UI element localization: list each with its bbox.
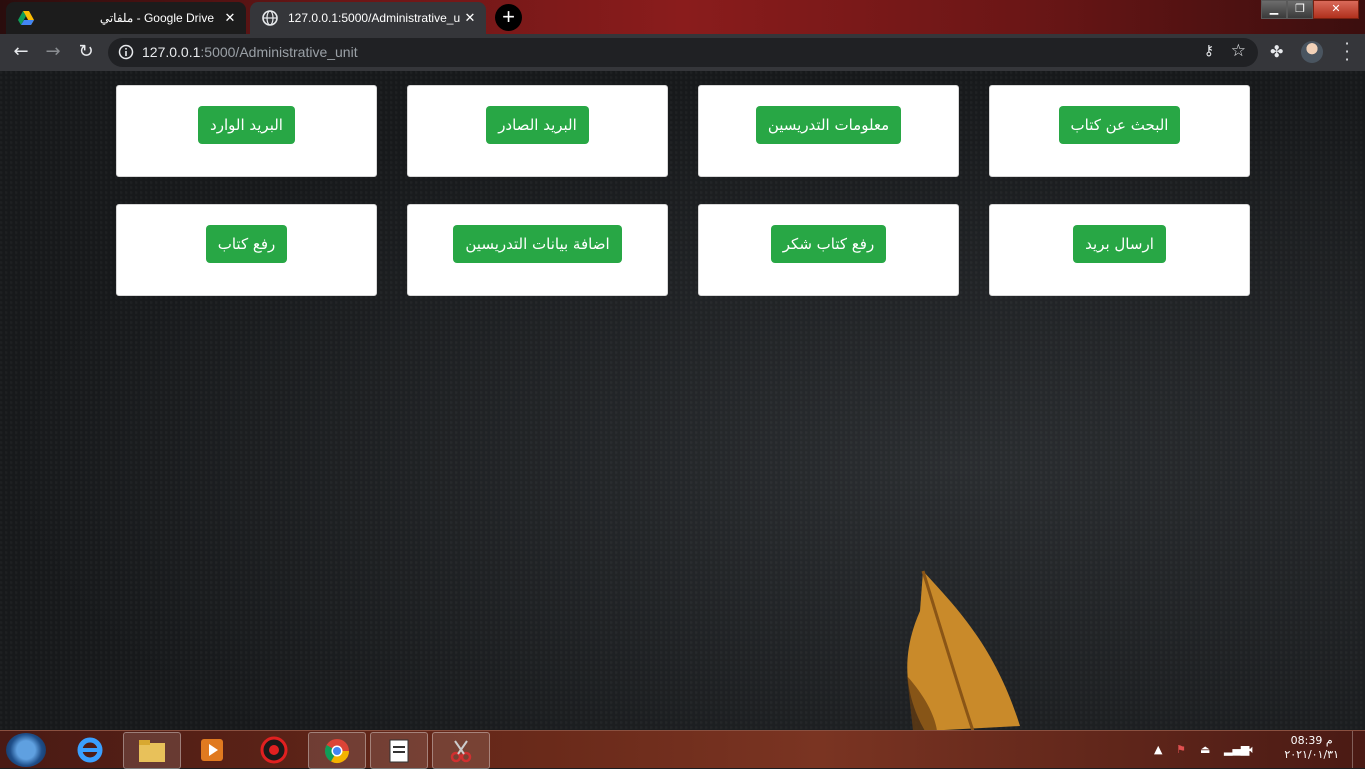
address-bar[interactable]: 127.0.0.1:5000/Administrative_unit ⚷ ☆ bbox=[108, 38, 1258, 67]
page-content: البريد الوارد البريد الصادر معلومات التد… bbox=[0, 71, 1365, 730]
network-signal-icon[interactable]: ▂▄▆ bbox=[1224, 731, 1249, 768]
chrome-icon[interactable] bbox=[308, 732, 366, 769]
file-explorer-icon[interactable] bbox=[123, 732, 181, 769]
back-arrow-icon[interactable]: ← bbox=[8, 40, 34, 66]
start-button[interactable] bbox=[6, 733, 46, 767]
browser-toolbar: ← → ↻ 127.0.0.1:5000/Administrative_unit… bbox=[0, 34, 1365, 71]
action-center-icon[interactable]: ⚑ bbox=[1176, 731, 1186, 768]
url-text: 127.0.0.1:5000/Administrative_unit bbox=[142, 44, 358, 60]
card-upload-thanks-letter: رفع كتاب شكر bbox=[698, 204, 959, 296]
close-icon[interactable]: ✕ bbox=[460, 11, 480, 26]
internet-explorer-icon[interactable] bbox=[62, 732, 118, 767]
restore-button[interactable]: ❐ bbox=[1287, 0, 1313, 19]
browser-tabstrip: ملفاتي - Google Drive ✕ 127.0.0.1:5000/A… bbox=[0, 0, 1365, 34]
card-outgoing-mail: البريد الصادر bbox=[407, 85, 668, 177]
outgoing-mail-button[interactable]: البريد الصادر bbox=[486, 106, 589, 144]
key-icon[interactable]: ⚷ bbox=[1204, 42, 1214, 59]
add-teachers-data-button[interactable]: اضافة بيانات التدريسين bbox=[453, 225, 622, 263]
system-clock[interactable]: 08:39 م ٢٠٢١/٠١/٣١ bbox=[1284, 734, 1339, 762]
card-upload-book: رفع كتاب bbox=[116, 204, 377, 296]
incoming-mail-button[interactable]: البريد الوارد bbox=[198, 106, 295, 144]
info-icon[interactable] bbox=[118, 44, 134, 60]
tab-google-drive[interactable]: ملفاتي - Google Drive ✕ bbox=[6, 2, 246, 34]
card-add-teachers-data: اضافة بيانات التدريسين bbox=[407, 204, 668, 296]
close-icon[interactable]: ✕ bbox=[220, 11, 240, 26]
leaf-decoration bbox=[907, 570, 1020, 730]
google-drive-icon bbox=[18, 11, 34, 25]
upload-book-button[interactable]: رفع كتاب bbox=[205, 225, 288, 263]
kebab-menu-icon[interactable]: · · · bbox=[1340, 36, 1354, 68]
show-desktop-button[interactable] bbox=[1352, 731, 1365, 768]
volume-icon[interactable]: 🔈︎ bbox=[1249, 731, 1256, 768]
extensions-puzzle-icon[interactable]: ✤ bbox=[1270, 42, 1290, 62]
minimize-button[interactable]: ▁ bbox=[1261, 0, 1287, 19]
tab-title: ملفاتي - Google Drive bbox=[99, 11, 214, 25]
clock-date: ٢٠٢١/٠١/٣١ bbox=[1284, 748, 1339, 761]
globe-icon bbox=[262, 10, 278, 26]
url-path: :5000/Administrative_unit bbox=[200, 44, 358, 60]
tab-administrative-unit[interactable]: 127.0.0.1:5000/Administrative_unit ✕ bbox=[250, 2, 486, 34]
tray-expand-icon[interactable]: ▲ bbox=[1154, 731, 1162, 768]
card-incoming-mail: البريد الوارد bbox=[116, 85, 377, 177]
new-tab-button[interactable]: + bbox=[495, 4, 522, 31]
url-host: 127.0.0.1 bbox=[142, 44, 201, 60]
reload-icon[interactable]: ↻ bbox=[73, 40, 99, 66]
clock-time: 08:39 م bbox=[1290, 734, 1333, 747]
app-red-icon[interactable] bbox=[246, 732, 302, 767]
bookmark-star-icon[interactable]: ☆ bbox=[1231, 41, 1246, 61]
snipping-tool-icon[interactable] bbox=[432, 732, 490, 769]
usb-device-icon[interactable]: ⏏ bbox=[1200, 731, 1210, 768]
teachers-info-button[interactable]: معلومات التدريسين bbox=[755, 106, 902, 144]
forward-arrow-icon[interactable]: → bbox=[40, 40, 66, 66]
search-book-button[interactable]: البحث عن كتاب bbox=[1058, 106, 1181, 144]
card-search-book: البحث عن كتاب bbox=[989, 85, 1250, 177]
window-controls: ▁ ❐ ✕ bbox=[1261, 0, 1359, 19]
upload-thanks-letter-button[interactable]: رفع كتاب شكر bbox=[770, 225, 887, 263]
card-teachers-info: معلومات التدريسين bbox=[698, 85, 959, 177]
card-send-mail: ارسال بريد bbox=[989, 204, 1250, 296]
profile-avatar[interactable] bbox=[1301, 41, 1323, 63]
notepad-icon[interactable] bbox=[370, 732, 428, 769]
send-mail-button[interactable]: ارسال بريد bbox=[1073, 225, 1166, 263]
tab-title: 127.0.0.1:5000/Administrative_unit bbox=[288, 11, 460, 25]
media-player-icon[interactable] bbox=[184, 732, 240, 767]
window-close-button[interactable]: ✕ bbox=[1313, 0, 1359, 19]
taskbar: ▲ ⚑ ⏏ ▂▄▆ 🔈︎ 08:39 م ٢٠٢١/٠١/٣١ bbox=[0, 730, 1365, 769]
